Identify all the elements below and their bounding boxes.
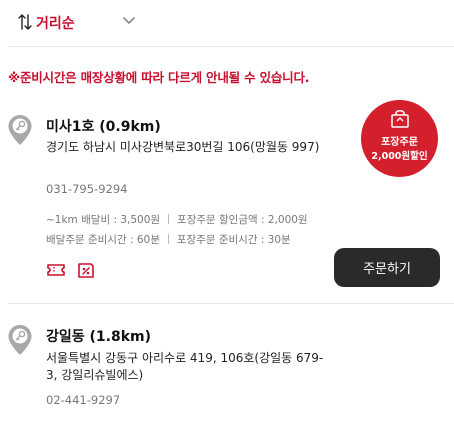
badge-line2: 2,000원할인 <box>371 151 428 162</box>
separator <box>167 234 169 244</box>
fee-info-row: ~1km 배달비 : 3,500원 포장주문 할인금액 : 2,000원 <box>46 212 308 227</box>
location-pin-icon <box>8 325 32 355</box>
sort-arrows-icon <box>18 14 32 30</box>
chevron-down-icon[interactable] <box>123 17 135 25</box>
discount-tag-icon <box>78 263 94 278</box>
sort-label[interactable]: 거리순 <box>36 13 75 33</box>
store-name[interactable]: 미사1호 (0.9km) <box>46 116 161 136</box>
delivery-fee: ~1km 배달비 : 3,500원 <box>46 214 161 226</box>
separator <box>168 214 170 224</box>
pickup-discount: 포장주문 할인금액 : 2,000원 <box>177 214 308 226</box>
sort-bar[interactable]: 거리순 <box>0 0 454 46</box>
delivery-prep-time: 배달주문 준비시간 : 60분 <box>46 234 160 246</box>
coupon-icon <box>47 264 65 276</box>
sort-divider <box>8 46 454 47</box>
takeout-bag-icon <box>391 110 409 128</box>
location-pin-icon <box>8 115 32 145</box>
order-button[interactable]: 주문하기 <box>334 248 440 287</box>
pickup-prep-time: 포장주문 준비시간 : 30분 <box>176 234 291 246</box>
prep-time-notice: ※준비시간은 매장상황에 따라 다르게 안내될 수 있습니다. <box>8 70 310 85</box>
pickup-discount-badge: 포장주문 2,000원할인 <box>361 100 438 177</box>
store-phone[interactable]: 031-795-9294 <box>46 182 127 196</box>
time-info-row: 배달주문 준비시간 : 60분 포장주문 준비시간 : 30분 <box>46 232 291 247</box>
badge-line1: 포장주문 <box>381 137 418 148</box>
store-address: 서울특별시 강동구 아리수로 419, 106호(강일동 679-3, 강일리슈… <box>46 351 324 382</box>
store-phone[interactable]: 02-441-9297 <box>46 393 120 407</box>
store-address: 경기도 하남시 미사강변북로30번길 106(망월동 997) <box>46 140 320 154</box>
store-name[interactable]: 강일동 (1.8km) <box>46 326 151 346</box>
store-divider <box>8 303 454 304</box>
